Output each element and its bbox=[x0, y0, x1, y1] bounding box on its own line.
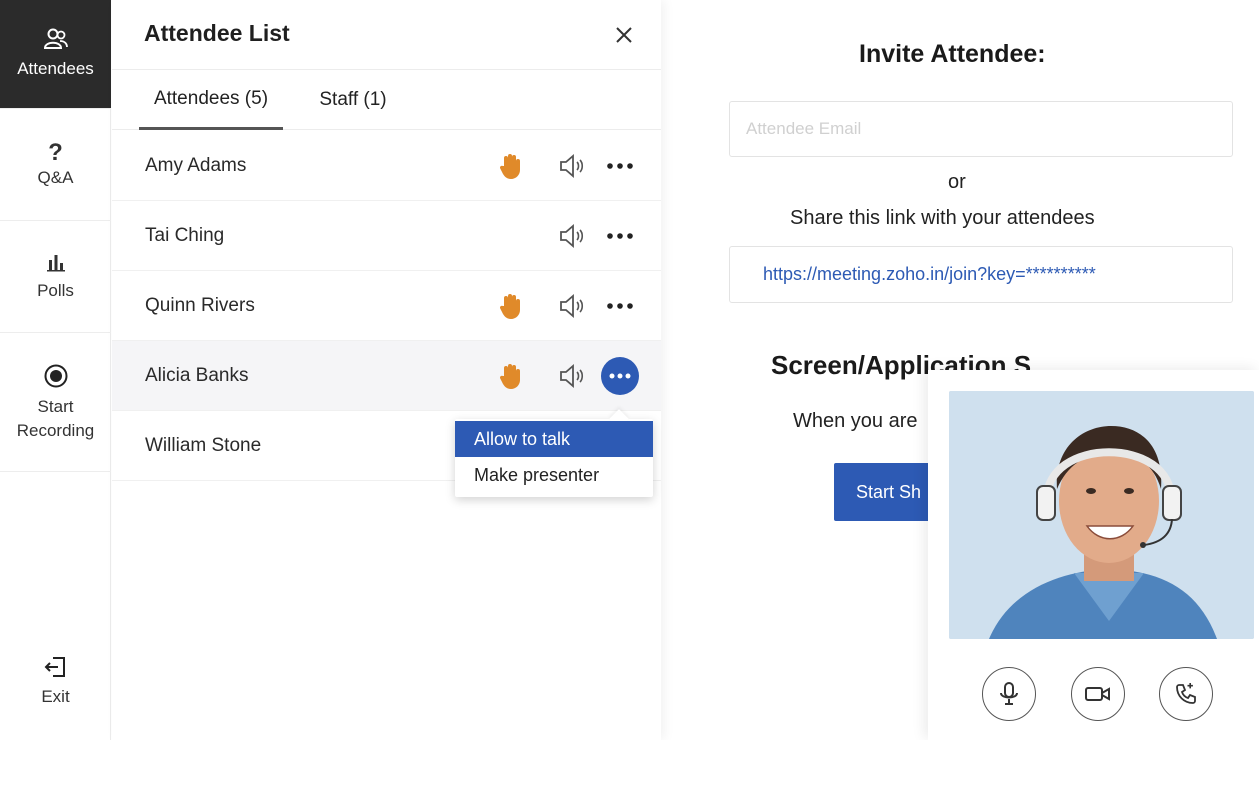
person-with-headset-image bbox=[949, 391, 1254, 639]
more-options-button-active[interactable] bbox=[601, 356, 639, 395]
attendee-name: Quinn Rivers bbox=[145, 294, 255, 316]
nav-exit[interactable]: Exit bbox=[0, 640, 111, 724]
more-options-button[interactable] bbox=[601, 287, 639, 325]
raised-hand-icon bbox=[498, 292, 524, 320]
microphone-button[interactable] bbox=[982, 667, 1036, 721]
microphone-icon bbox=[1000, 682, 1018, 705]
share-link-text: Share this link with your attendees bbox=[790, 207, 1095, 229]
nav-recording-label-2: Recording bbox=[16, 420, 95, 440]
meeting-link-box[interactable]: https://meeting.zoho.in/join?key=*******… bbox=[729, 246, 1233, 303]
video-feed bbox=[949, 391, 1254, 639]
menu-item-make-presenter[interactable]: Make presenter bbox=[455, 457, 653, 493]
raised-hand-icon bbox=[498, 152, 524, 180]
attendee-name: William Stone bbox=[145, 434, 262, 456]
nav-qa[interactable]: ? Q&A bbox=[0, 110, 111, 221]
call-button[interactable] bbox=[1159, 667, 1213, 721]
nav-qa-label: Q&A bbox=[37, 168, 74, 187]
nav-polls-label: Polls bbox=[37, 281, 74, 300]
close-button[interactable] bbox=[609, 20, 639, 50]
attendee-email-input[interactable] bbox=[729, 101, 1233, 157]
bar-chart-icon bbox=[46, 255, 65, 272]
attendee-name: Amy Adams bbox=[145, 154, 247, 176]
attendee-row[interactable]: Amy Adams bbox=[112, 131, 661, 201]
nav-start-recording[interactable]: Start Recording bbox=[0, 334, 111, 472]
nav-attendees[interactable]: Attendees bbox=[0, 0, 111, 109]
attendee-row[interactable]: Tai Ching bbox=[112, 201, 661, 271]
video-preview-card bbox=[928, 370, 1259, 740]
more-icon bbox=[607, 302, 633, 309]
panel-header: Attendee List bbox=[112, 0, 661, 70]
nav-attendees-label: Attendees bbox=[17, 59, 94, 78]
left-nav: Attendees ? Q&A Polls Start Recording Ex… bbox=[0, 0, 111, 740]
panel-tabs: Attendees (5) Staff (1) bbox=[112, 70, 661, 130]
exit-icon bbox=[44, 657, 65, 677]
meeting-link[interactable]: https://meeting.zoho.in/join?key=*******… bbox=[763, 264, 1096, 285]
camera-button[interactable] bbox=[1071, 667, 1125, 721]
attendee-name: Alicia Banks bbox=[145, 364, 249, 386]
attendee-options-menu: Allow to talk Make presenter bbox=[455, 409, 653, 497]
record-icon bbox=[44, 364, 67, 387]
or-separator: or bbox=[948, 171, 966, 193]
close-icon bbox=[616, 27, 632, 43]
more-options-button[interactable] bbox=[601, 217, 639, 255]
speaker-icon[interactable] bbox=[558, 363, 588, 389]
bottom-strip bbox=[0, 740, 1259, 803]
nav-exit-label: Exit bbox=[41, 687, 70, 706]
attendee-list-panel: Attendee List Attendees (5) Staff (1) Am… bbox=[112, 0, 661, 740]
more-icon bbox=[607, 162, 633, 169]
raised-hand-icon bbox=[498, 362, 524, 390]
speaker-icon[interactable] bbox=[558, 153, 588, 179]
invite-title: Invite Attendee: bbox=[859, 40, 1046, 68]
tab-attendees[interactable]: Attendees (5) bbox=[139, 70, 283, 130]
speaker-icon[interactable] bbox=[558, 223, 588, 249]
more-icon bbox=[609, 373, 631, 378]
nav-polls[interactable]: Polls bbox=[0, 222, 111, 333]
more-icon bbox=[607, 232, 633, 239]
nav-recording-label-1: Start bbox=[37, 396, 74, 416]
speaker-icon[interactable] bbox=[558, 293, 588, 319]
users-icon bbox=[43, 28, 68, 49]
question-icon: ? bbox=[48, 139, 63, 166]
video-camera-icon bbox=[1085, 687, 1110, 701]
more-options-button[interactable] bbox=[601, 147, 639, 185]
phone-icon bbox=[1176, 683, 1196, 704]
tab-staff[interactable]: Staff (1) bbox=[308, 70, 398, 130]
attendee-row[interactable]: Alicia Banks bbox=[112, 341, 661, 411]
panel-title: Attendee List bbox=[144, 20, 290, 46]
attendee-name: Tai Ching bbox=[145, 224, 225, 246]
start-sharing-button[interactable]: Start Sh bbox=[834, 463, 934, 521]
attendee-row[interactable]: Quinn Rivers bbox=[112, 271, 661, 341]
sharing-description: When you are bbox=[793, 410, 918, 432]
menu-item-allow-to-talk[interactable]: Allow to talk bbox=[455, 421, 653, 457]
